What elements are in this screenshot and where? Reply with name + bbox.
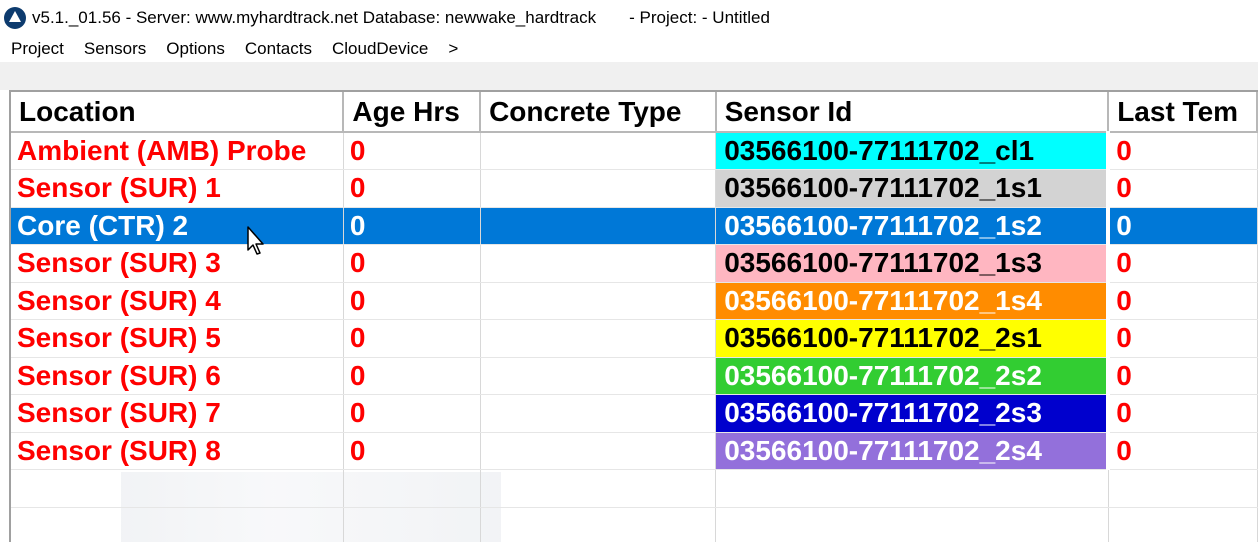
last-temp-cell[interactable]: 0: [1108, 207, 1258, 245]
table-row[interactable]: Ambient (AMB) Probe 0 03566100-77111702_cl…: [11, 132, 1258, 170]
sensor-id-cell[interactable]: 03566100-77111702_1s2: [715, 207, 1111, 245]
age-hrs-cell[interactable]: 0: [343, 319, 481, 358]
location-cell[interactable]: Sensor (SUR) 6: [11, 357, 344, 395]
location-cell[interactable]: Ambient (AMB) Probe: [11, 132, 344, 170]
menu-project[interactable]: Project: [0, 39, 74, 59]
age-hrs-cell[interactable]: 0: [343, 432, 481, 470]
concrete-type-cell[interactable]: [480, 319, 717, 358]
age-hrs-cell[interactable]: 0: [343, 357, 481, 395]
toolbar-strip: [0, 62, 1258, 90]
empty-cell: [11, 469, 344, 508]
concrete-type-cell[interactable]: [480, 132, 717, 170]
table-row[interactable]: Sensor (SUR) 7 0 03566100-77111702_2s3 0: [11, 394, 1258, 433]
sensor-table: Location Age Hrs Concrete Type Sensor Id…: [11, 92, 1258, 542]
age-hrs-cell[interactable]: 0: [343, 169, 481, 208]
last-temp-cell[interactable]: 0: [1108, 244, 1258, 283]
table-row[interactable]: Core (CTR) 2 0 03566100-77111702_1s2 0: [11, 207, 1258, 245]
sensor-id-cell[interactable]: 03566100-77111702_cl1: [715, 132, 1111, 170]
sensor-id-cell[interactable]: 03566100-77111702_1s4: [715, 282, 1111, 320]
menu-bar: Project Sensors Options Contacts CloudDe…: [0, 36, 1258, 62]
last-temp-cell[interactable]: 0: [1108, 132, 1258, 170]
menu-sensors[interactable]: Sensors: [74, 39, 156, 59]
concrete-type-cell[interactable]: [480, 244, 717, 283]
table-header-row: Location Age Hrs Concrete Type Sensor Id…: [11, 92, 1258, 133]
sensor-id-cell[interactable]: 03566100-77111702_2s2: [715, 357, 1111, 395]
age-hrs-cell[interactable]: 0: [343, 244, 481, 283]
table-body: Ambient (AMB) Probe 0 03566100-77111702_cl…: [11, 132, 1258, 542]
empty-cell: [1108, 507, 1258, 542]
concrete-type-cell[interactable]: [480, 169, 717, 208]
sensor-id-cell[interactable]: 03566100-77111702_2s1: [715, 319, 1111, 358]
concrete-type-cell[interactable]: [480, 207, 717, 245]
age-hrs-cell[interactable]: 0: [343, 132, 481, 170]
sensor-id-cell[interactable]: 03566100-77111702_1s1: [715, 169, 1111, 208]
location-cell[interactable]: Core (CTR) 2: [11, 207, 344, 245]
sensor-id-cell[interactable]: 03566100-77111702_2s4: [715, 432, 1111, 470]
location-cell[interactable]: Sensor (SUR) 8: [11, 432, 344, 470]
empty-cell: [715, 507, 1109, 542]
column-header-sensor-id[interactable]: Sensor Id: [715, 92, 1110, 133]
sensor-id-cell[interactable]: 03566100-77111702_2s3: [715, 394, 1111, 433]
location-cell[interactable]: Sensor (SUR) 4: [11, 282, 344, 320]
empty-cell: [343, 469, 481, 508]
table-row[interactable]: Sensor (SUR) 5 0 03566100-77111702_2s1 0: [11, 319, 1258, 358]
empty-cell: [11, 507, 344, 542]
menu-options[interactable]: Options: [156, 39, 235, 59]
concrete-type-cell[interactable]: [480, 432, 717, 470]
empty-row: [11, 507, 1258, 542]
menu-overflow-chevron-icon[interactable]: >: [438, 39, 468, 59]
table-row[interactable]: Sensor (SUR) 4 0 03566100-77111702_1s4 0: [11, 282, 1258, 320]
concrete-type-cell[interactable]: [480, 394, 717, 433]
title-bar: v5.1._01.56 - Server: www.myhardtrack.ne…: [0, 0, 1258, 36]
last-temp-cell[interactable]: 0: [1108, 319, 1258, 358]
location-cell[interactable]: Sensor (SUR) 1: [11, 169, 344, 208]
empty-cell: [343, 507, 481, 542]
window-title: v5.1._01.56 - Server: www.myhardtrack.ne…: [32, 8, 770, 27]
empty-cell: [1108, 469, 1258, 508]
column-header-concrete-type[interactable]: Concrete Type: [480, 92, 717, 133]
location-cell[interactable]: Sensor (SUR) 5: [11, 319, 344, 358]
last-temp-cell[interactable]: 0: [1108, 169, 1258, 208]
empty-cell: [480, 469, 717, 508]
mouse-pointer-icon: [247, 226, 264, 255]
column-header-age-hrs[interactable]: Age Hrs: [343, 92, 482, 133]
table-row[interactable]: Sensor (SUR) 8 0 03566100-77111702_2s4 0: [11, 432, 1258, 470]
age-hrs-cell[interactable]: 0: [343, 282, 481, 320]
column-header-last-temp[interactable]: Last Tem: [1108, 92, 1258, 133]
concrete-type-cell[interactable]: [480, 282, 717, 320]
age-hrs-cell[interactable]: 0: [343, 394, 481, 433]
location-cell[interactable]: Sensor (SUR) 3: [11, 244, 344, 283]
empty-cell: [480, 507, 717, 542]
app-logo-icon[interactable]: [4, 7, 26, 29]
concrete-type-cell[interactable]: [480, 357, 717, 395]
last-temp-cell[interactable]: 0: [1108, 394, 1258, 433]
last-temp-cell[interactable]: 0: [1108, 357, 1258, 395]
menu-contacts[interactable]: Contacts: [235, 39, 322, 59]
empty-row: [11, 469, 1258, 508]
empty-cell: [715, 469, 1109, 508]
menu-clouddevice[interactable]: CloudDevice: [322, 39, 438, 59]
table-row[interactable]: Sensor (SUR) 6 0 03566100-77111702_2s2 0: [11, 357, 1258, 395]
last-temp-cell[interactable]: 0: [1108, 432, 1258, 470]
sensor-id-cell[interactable]: 03566100-77111702_1s3: [715, 244, 1111, 283]
table-row[interactable]: Sensor (SUR) 1 0 03566100-77111702_1s1 0: [11, 169, 1258, 208]
last-temp-cell[interactable]: 0: [1108, 282, 1258, 320]
table-row[interactable]: Sensor (SUR) 3 0 03566100-77111702_1s3 0: [11, 244, 1258, 283]
sensor-grid: Location Age Hrs Concrete Type Sensor Id…: [9, 90, 1258, 542]
age-hrs-cell[interactable]: 0: [343, 207, 481, 245]
column-header-location[interactable]: Location: [11, 92, 345, 133]
location-cell[interactable]: Sensor (SUR) 7: [11, 394, 344, 433]
